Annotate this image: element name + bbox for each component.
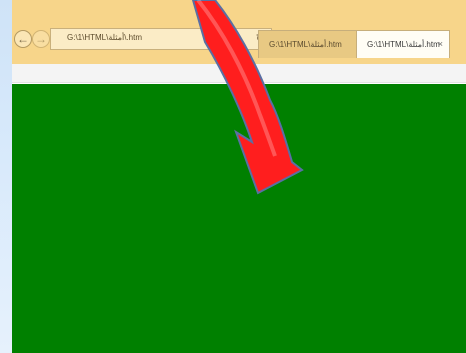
browser-toolbar: [12, 64, 466, 83]
close-icon[interactable]: ×: [438, 39, 443, 49]
tab-inactive[interactable]: G:\1\HTML\أمثلة.htm: [258, 30, 358, 58]
page-content: [12, 84, 466, 353]
tab-label: G:\1\HTML\أمثلة.htm: [269, 40, 342, 49]
address-bar[interactable]: G:\1\HTML\أمثلة\.htm ↻: [50, 28, 272, 50]
browser-titlebar: ← → G:\1\HTML\أمثلة\.htm ↻ G:\1\HTML\أمث…: [12, 0, 466, 64]
desktop-edge: [0, 0, 12, 353]
back-button[interactable]: ←: [14, 30, 32, 48]
browser-window: ← → G:\1\HTML\أمثلة\.htm ↻ G:\1\HTML\أمث…: [12, 0, 466, 353]
address-url: G:\1\HTML\أمثلة\.htm: [67, 33, 142, 42]
forward-arrow-icon: →: [35, 32, 47, 46]
back-arrow-icon: ←: [17, 32, 29, 46]
tab-label: G:\1\HTML\أمثلة.htm: [367, 40, 440, 49]
forward-button[interactable]: →: [32, 30, 50, 48]
tab-active[interactable]: G:\1\HTML\أمثلة.htm ×: [356, 30, 450, 58]
